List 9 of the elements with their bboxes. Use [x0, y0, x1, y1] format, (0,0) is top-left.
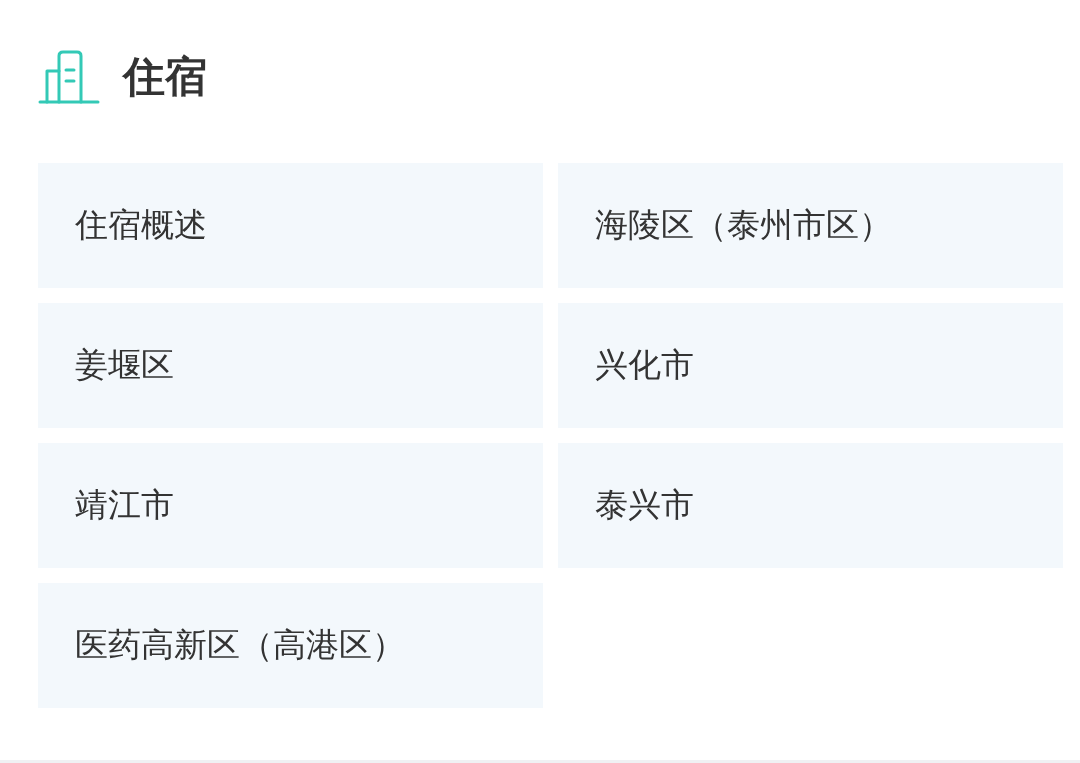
menu-item[interactable]: 靖江市 — [38, 443, 543, 568]
menu-item[interactable]: 姜堰区 — [38, 303, 543, 428]
menu-item[interactable]: 住宿概述 — [38, 163, 543, 288]
section-title: 住宿 — [123, 51, 207, 103]
menu-item[interactable]: 海陵区（泰州市区） — [558, 163, 1063, 288]
menu-item[interactable]: 医药高新区（高港区） — [38, 583, 543, 708]
menu-item[interactable]: 兴化市 — [558, 303, 1063, 428]
building-icon — [38, 50, 100, 104]
menu-item[interactable]: 泰兴市 — [558, 443, 1063, 568]
